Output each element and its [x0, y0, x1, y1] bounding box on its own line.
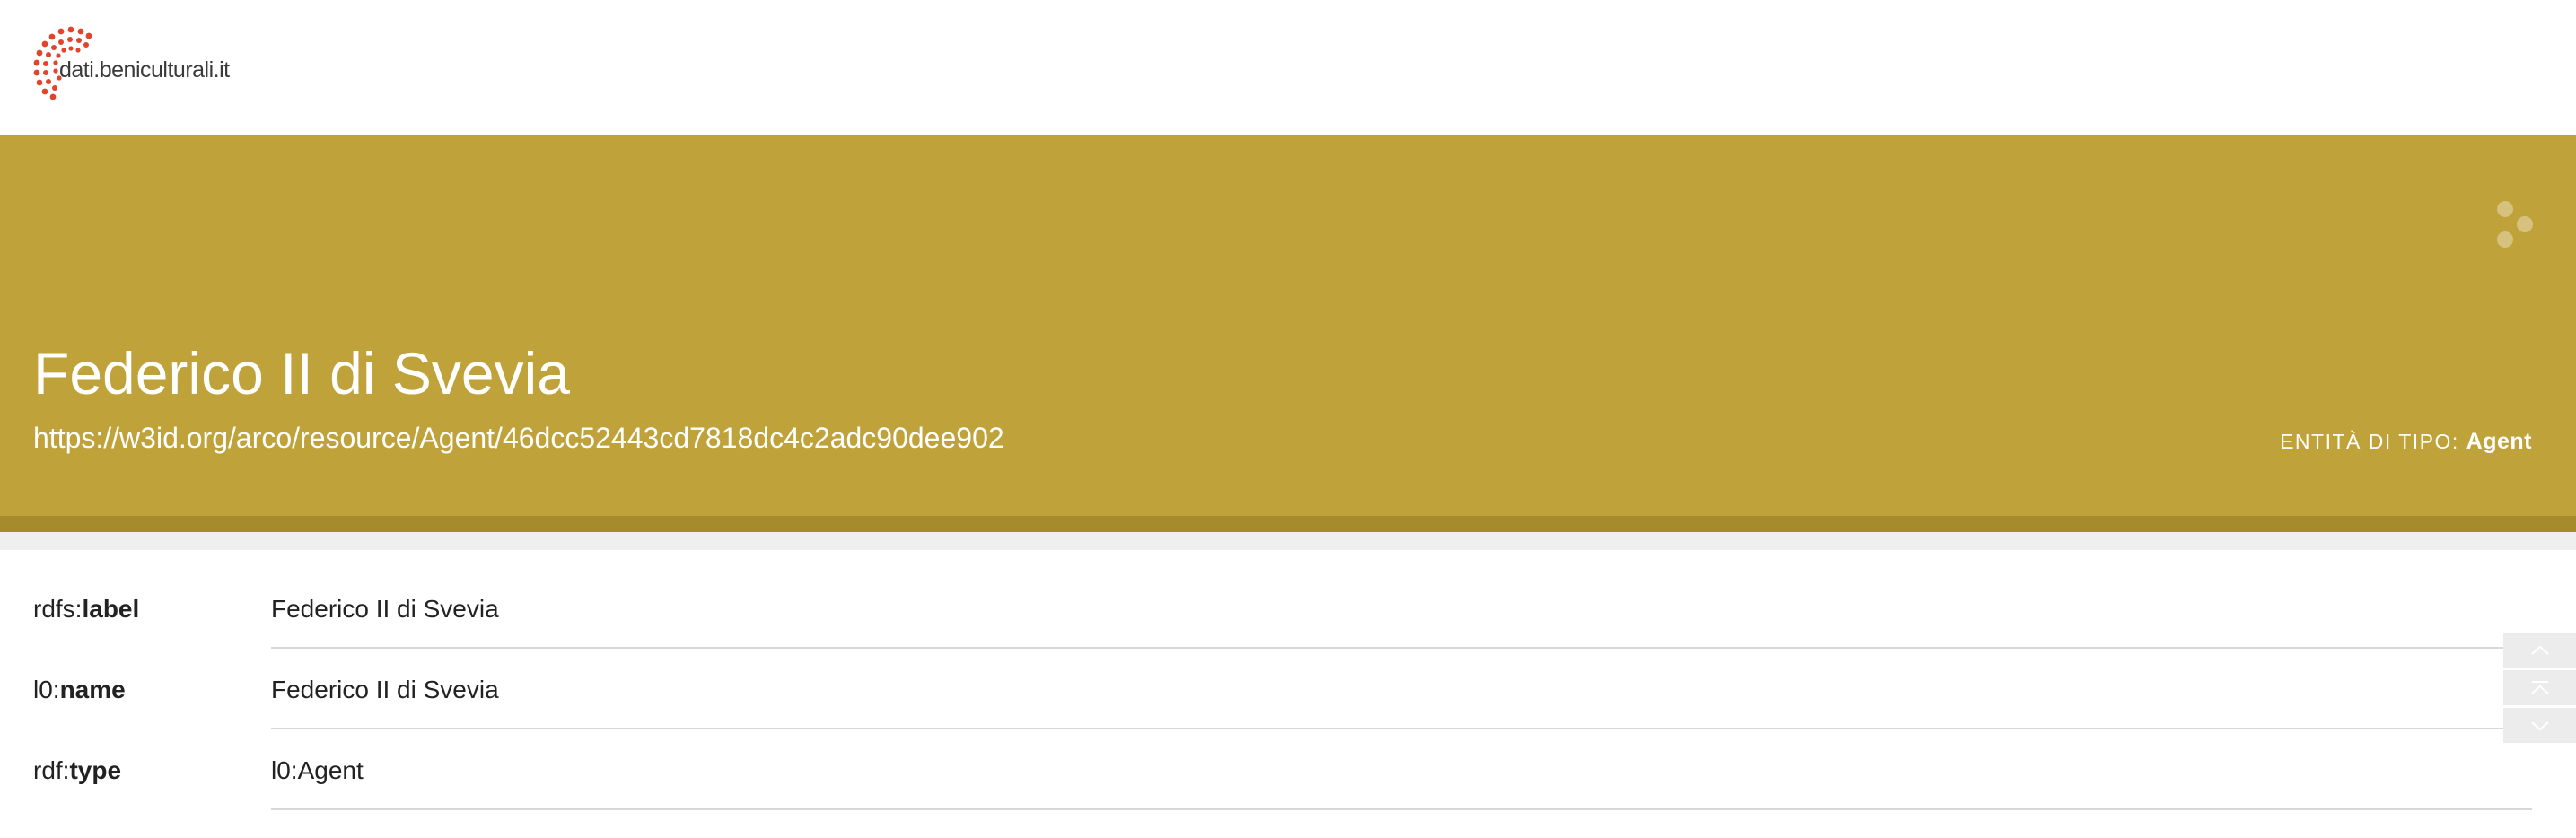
scroll-navigation [2503, 633, 2576, 744]
property-local-name: type [69, 756, 122, 784]
hero-divider [0, 532, 2576, 550]
top-bar: dati.beniculturali.it [0, 0, 2576, 135]
double-chevron-up-icon [2530, 680, 2549, 694]
chevron-up-icon [2530, 645, 2549, 655]
hero-bottom-bar [0, 516, 2576, 532]
entity-type-label: ENTITÀ DI TIPO: [2280, 430, 2459, 453]
property-row: rdfs:label Federico II di Svevia [0, 568, 2576, 649]
property-value-link[interactable]: l0:Agent [271, 756, 364, 785]
share-icon[interactable] [2495, 199, 2535, 249]
property-key: rdfs:label [33, 595, 139, 624]
entity-type-value: Agent [2466, 429, 2532, 454]
property-local-name: label [82, 595, 140, 623]
row-divider [271, 808, 2532, 810]
logo-text: dati.beniculturali.it [59, 57, 230, 83]
property-prefix: rdf: [33, 756, 70, 784]
property-key: rdf:type [33, 756, 121, 785]
property-local-name: name [59, 676, 126, 703]
scroll-up-button[interactable] [2503, 633, 2576, 668]
property-key: l0:name [33, 676, 126, 704]
entity-type: ENTITÀ DI TIPO: Agent [2280, 429, 2532, 455]
chevron-down-icon [2530, 720, 2549, 730]
property-row: l0:name Federico II di Svevia [0, 649, 2576, 729]
resource-uri-link[interactable]: https://w3id.org/arco/resource/Agent/46d… [33, 422, 1004, 455]
property-row: rdf:type l0:Agent [0, 729, 2576, 810]
scroll-down-button[interactable] [2503, 708, 2576, 743]
property-prefix: rdfs: [33, 595, 83, 623]
property-value: Federico II di Svevia [271, 595, 499, 623]
scroll-to-top-button[interactable] [2503, 670, 2576, 705]
page-title: Federico II di Svevia [33, 340, 570, 406]
property-value: Federico II di Svevia [271, 676, 499, 703]
property-prefix: l0: [33, 676, 60, 703]
resource-hero [0, 135, 2576, 516]
